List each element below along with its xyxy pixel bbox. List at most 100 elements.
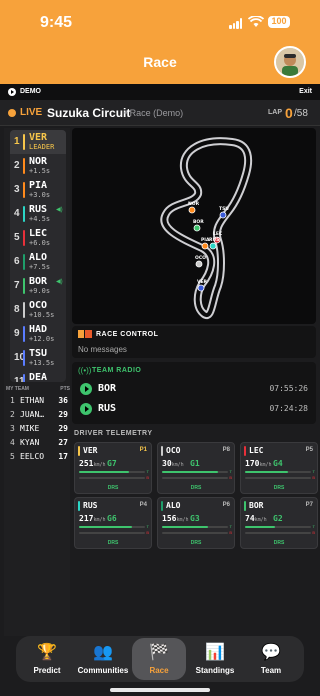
throttle-label: T: [312, 469, 315, 474]
tab-label: Communities: [77, 666, 129, 675]
speed-unit: km/h: [171, 462, 184, 468]
throttle-label: T: [229, 469, 232, 474]
throttle-label: T: [312, 524, 315, 529]
telemetry-card-lec[interactable]: LEC P5 170km/h G4 T B DRS: [240, 442, 318, 494]
driver-code: PIA: [29, 180, 48, 191]
brake-bar: [245, 532, 311, 534]
my-team-rank: 2: [10, 410, 15, 419]
position-number: 4: [14, 208, 20, 219]
telemetry-position: P4: [139, 502, 147, 508]
my-team-row[interactable]: 5 EELCO 17: [6, 450, 72, 464]
tab-predict[interactable]: 🏆 Predict: [20, 638, 74, 680]
my-team-name: KYAN: [20, 438, 40, 447]
leaderboard-row[interactable]: 1 VER LEADER: [10, 130, 66, 154]
telemetry-gear: G6: [107, 514, 117, 523]
drs-indicator: DRS: [190, 540, 202, 546]
my-team-rank: 3: [10, 424, 15, 433]
brake-label: B: [312, 475, 315, 480]
my-team-row[interactable]: 1 ETHAN 36: [6, 394, 72, 408]
drs-indicator: DRS: [190, 485, 202, 491]
telemetry-position: P6: [222, 502, 230, 508]
team-color-bar: [23, 182, 25, 198]
gap-time: +7.5s: [29, 263, 51, 271]
status-bar: 9:45 100: [0, 0, 320, 40]
play-icon[interactable]: [8, 88, 16, 96]
play-icon[interactable]: [80, 403, 92, 415]
my-team-rank: 4: [10, 438, 15, 447]
speed-unit: km/h: [254, 517, 267, 523]
driver-code: HAD: [29, 324, 48, 335]
team-color-bar: [23, 206, 25, 222]
tab-label: Race: [149, 666, 169, 675]
driver-code: RUS: [29, 204, 48, 215]
car-marker-label: RUS: [209, 237, 219, 243]
position-number: 7: [14, 280, 20, 291]
telemetry-card-rus[interactable]: RUS P4 217km/h G6 T B DRS: [74, 497, 152, 549]
telemetry-card-ver[interactable]: VER P1 251km/h G7 T B DRS: [74, 442, 152, 494]
tab-communities[interactable]: 👥 Communities: [76, 638, 130, 680]
my-team-row[interactable]: 3 MIKE 29: [6, 422, 72, 436]
my-team-points: 29: [58, 410, 68, 419]
telemetry-driver-code: LEC: [249, 446, 264, 455]
telemetry-driver-code: VER: [83, 446, 98, 455]
throttle-label: T: [229, 524, 232, 529]
leaderboard-row[interactable]: 4 RUS +4.5s ◀): [10, 202, 66, 226]
my-team-row[interactable]: 2 JUAN… 29: [6, 408, 72, 422]
tab-race[interactable]: 🏁 Race: [132, 638, 186, 680]
driver-code: DEA: [29, 372, 48, 382]
radio-driver-code: BOR: [98, 383, 117, 394]
leaderboard-row[interactable]: 8 OCO +10.5s: [10, 298, 66, 322]
my-team-header: MY TEAM PTS: [6, 386, 72, 392]
demo-bar: DEMO Exit: [0, 84, 320, 100]
live-label: LIVE: [20, 107, 43, 118]
car-marker-bor[interactable]: BOR: [193, 219, 204, 232]
brake-label: B: [229, 475, 232, 480]
gap-time: +6.0s: [29, 239, 51, 247]
leaderboard-row[interactable]: 3 PIA +3.0s: [10, 178, 66, 202]
drs-indicator: DRS: [107, 540, 119, 546]
telemetry-card-alo[interactable]: ALO P6 156km/h G3 T B DRS: [157, 497, 235, 549]
leaderboard-row[interactable]: 6 ALO +7.5s: [10, 250, 66, 274]
tab-team[interactable]: 💬 Team: [244, 638, 298, 680]
play-icon[interactable]: [80, 383, 92, 395]
wifi-icon: [248, 16, 264, 27]
my-team-points: 17: [58, 452, 68, 461]
team-color-bar: [23, 254, 25, 270]
telemetry-position: P7: [305, 502, 313, 508]
radio-active-icon: ◀): [56, 279, 63, 285]
driver-code: LEC: [29, 228, 48, 239]
throttle-label: T: [146, 469, 149, 474]
gap-time: +9.0s: [29, 287, 51, 295]
leaderboard-row[interactable]: 2 NOR +1.5s: [10, 154, 66, 178]
team-radio-entry[interactable]: BOR 07:55:26: [78, 380, 310, 398]
leaderboard-row[interactable]: 9 HAD +12.0s: [10, 322, 66, 346]
team-color-bar: [23, 350, 25, 366]
team-color-bar: [23, 326, 25, 342]
team-radio-entry[interactable]: RUS 07:24:28: [78, 400, 310, 418]
car-marker-nor[interactable]: NOR: [188, 201, 200, 214]
leaderboard-row[interactable]: 7 BOR +9.0s ◀): [10, 274, 66, 298]
telemetry-speed: 251km/h: [79, 459, 106, 468]
telemetry-gear: G7: [107, 459, 117, 468]
tab-standings[interactable]: 📊 Standings: [188, 638, 242, 680]
speed-unit: km/h: [93, 517, 106, 523]
exit-button[interactable]: Exit: [299, 88, 312, 95]
my-team-row[interactable]: 4 KYAN 27: [6, 436, 72, 450]
leaderboard-row[interactable]: 10 TSU +13.5s: [10, 346, 66, 370]
throttle-bar: [79, 526, 145, 528]
car-marker-label: NOR: [188, 201, 200, 207]
avatar[interactable]: [274, 46, 306, 78]
bar-chart-icon: 📊: [205, 644, 225, 661]
drs-indicator: DRS: [107, 485, 119, 491]
speed-value: 74: [245, 514, 255, 523]
telemetry-driver-code: RUS: [83, 501, 98, 510]
car-marker-oco[interactable]: OCO: [195, 255, 206, 268]
drs-indicator: DRS: [273, 540, 285, 546]
track-map[interactable]: VER TSU LEC PIA RUS NOR BOR OCO: [72, 128, 316, 324]
leaderboard-row[interactable]: 5 LEC +6.0s: [10, 226, 66, 250]
telemetry-card-oco[interactable]: OCO P8 30km/h G1 T B DRS: [157, 442, 235, 494]
team-color-bar: [244, 446, 246, 456]
telemetry-card-bor[interactable]: BOR P7 74km/h G2 T B DRS: [240, 497, 318, 549]
telemetry-speed: 74km/h: [245, 514, 267, 523]
leaderboard-row[interactable]: 11 DEA: [10, 370, 66, 382]
